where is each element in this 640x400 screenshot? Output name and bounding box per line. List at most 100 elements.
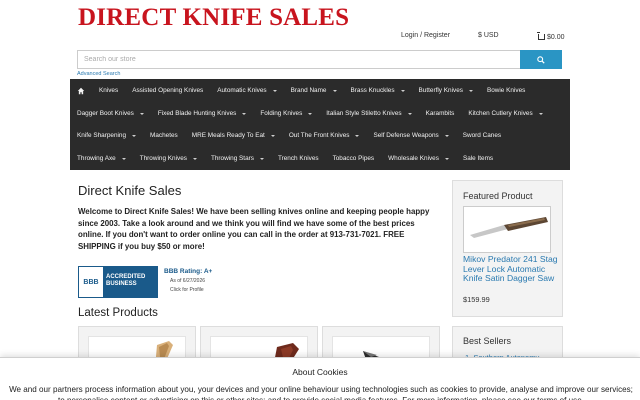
featured-product-image[interactable]	[463, 206, 551, 253]
menu-item-label: Sale Items	[462, 155, 494, 162]
latest-products-heading: Latest Products	[78, 307, 158, 319]
chevron-down-icon	[192, 157, 197, 160]
menu-row: Knife Sharpening Machetes MRE Meals Read…	[70, 124, 508, 147]
login-register-link[interactable]: Login / Register	[401, 32, 450, 42]
chevron-down-icon	[259, 157, 264, 160]
menu-item-label: Dagger Boot Knives	[77, 110, 134, 117]
menu-item-brass-knuckles[interactable]: Brass Knuckles	[344, 79, 412, 102]
menu-item-self-defense-weapons[interactable]: Self Defense Weapons	[366, 124, 455, 147]
chevron-down-icon	[270, 134, 275, 137]
featured-product-name[interactable]: Mikov Predator 241 Stag Lever Lock Autom…	[463, 254, 558, 284]
bbb-rating: BBB Rating: A+	[164, 268, 213, 275]
menu-item-label: Kitchen Cutlery Knives	[468, 110, 533, 117]
menu-item-label: Trench Knives	[277, 155, 319, 162]
chevron-down-icon	[132, 134, 137, 137]
menu-item-label: Out The Front Knives	[288, 132, 350, 139]
bbb-as-of: As of 6/27/2026	[170, 278, 206, 284]
menu-item-sale-items[interactable]: Sale Items	[456, 147, 500, 170]
page-title: Direct Knife Sales	[78, 183, 182, 198]
bbb-line-1: ACCREDITED	[106, 274, 146, 280]
menu-item-throwing-knives[interactable]: Throwing Knives	[133, 147, 204, 170]
menu-item-label: Bowie Knives	[486, 87, 526, 94]
knife-image	[470, 217, 548, 238]
menu-item-label: Fixed Blade Hunting Knives	[157, 110, 237, 117]
bbb-seal: BBB ACCREDITED BUSINESS	[78, 266, 158, 298]
chevron-down-icon	[538, 112, 543, 115]
currency-selector[interactable]: $ USD	[478, 32, 499, 42]
menu-row: Throwing Axe Throwing Knives Throwing St…	[70, 147, 500, 170]
menu-item-out-the-front-knives[interactable]: Out The Front Knives	[282, 124, 367, 147]
chevron-down-icon	[400, 89, 405, 92]
menu-item-home[interactable]	[70, 79, 92, 102]
featured-product-box: Featured Product Mikov Predator 241 Stag…	[452, 180, 563, 317]
menu-item-label: Automatic Knives	[217, 87, 267, 94]
menu-item-butterfly-knives[interactable]: Butterfly Knives	[412, 79, 480, 102]
chevron-down-icon	[308, 112, 313, 115]
menu-item-label: Throwing Stars	[210, 155, 254, 162]
menu-item-automatic-knives[interactable]: Automatic Knives	[210, 79, 283, 102]
menu-row: Dagger Boot Knives Fixed Blade Hunting K…	[70, 102, 550, 125]
best-sellers-heading: Best Sellers	[463, 336, 512, 346]
bbb-accredited-band: ACCREDITED BUSINESS	[103, 267, 158, 297]
menu-item-dagger-boot-knives[interactable]: Dagger Boot Knives	[70, 102, 151, 125]
cookie-banner: About Cookies We and our partners proces…	[0, 357, 640, 400]
cookie-banner-text: We and our partners process information …	[9, 385, 633, 400]
menu-item-fixed-blade-hunting-knives[interactable]: Fixed Blade Hunting Knives	[151, 102, 254, 125]
menu-item-italian-style-stiletto-knives[interactable]: Italian Style Stiletto Knives	[319, 102, 418, 125]
chevron-down-icon	[139, 112, 144, 115]
menu-item-bowie-knives[interactable]: Bowie Knives	[480, 79, 532, 102]
menu-item-label: MRE Meals Ready To Eat	[191, 132, 265, 139]
search-icon	[537, 55, 545, 64]
menu-item-label: Self Defense Weapons	[373, 132, 439, 139]
menu-item-label: Wholesale Knives	[388, 155, 439, 162]
menu-item-kitchen-cutlery-knives[interactable]: Kitchen Cutlery Knives	[461, 102, 549, 125]
menu-item-knives[interactable]: Knives	[92, 79, 125, 102]
menu-item-brand-name[interactable]: Brand Name	[284, 79, 344, 102]
menu-item-assisted-opening-knives[interactable]: Assisted Opening Knives	[125, 79, 210, 102]
menu-item-label: Sword Canes	[462, 132, 502, 139]
advanced-search-link[interactable]: Advanced Search	[77, 71, 120, 77]
bbb-badge[interactable]: BBB ACCREDITED BUSINESS BBB Rating: A+ A…	[78, 266, 218, 298]
menu-item-throwing-stars[interactable]: Throwing Stars	[204, 147, 271, 170]
chevron-down-icon	[468, 89, 473, 92]
cart-icon	[537, 32, 545, 40]
site-logo[interactable]: DIRECT KNIFE SALES	[78, 4, 368, 34]
menu-item-label: Karambits	[425, 110, 455, 117]
menu-item-wholesale-knives[interactable]: Wholesale Knives	[381, 147, 456, 170]
featured-product-price: $159.99	[463, 295, 490, 304]
menu-item-label: Throwing Knives	[139, 155, 187, 162]
menu-item-label: Butterfly Knives	[418, 87, 463, 94]
menu-item-sword-canes[interactable]: Sword Canes	[456, 124, 508, 147]
chevron-down-icon	[121, 157, 126, 160]
menu-row: Knives Assisted Opening Knives Automatic…	[70, 79, 532, 102]
menu-item-label: Brass Knuckles	[350, 87, 395, 94]
menu-item-trench-knives[interactable]: Trench Knives	[271, 147, 326, 170]
menu-item-mre-meals[interactable]: MRE Meals Ready To Eat	[185, 124, 282, 147]
menu-item-machetes[interactable]: Machetes	[143, 124, 185, 147]
cart-link[interactable]: $0.00	[537, 32, 565, 42]
menu-item-throwing-axe[interactable]: Throwing Axe	[70, 147, 133, 170]
chevron-down-icon	[444, 157, 449, 160]
menu-item-folding-knives[interactable]: Folding Knives	[253, 102, 319, 125]
bbb-line-2: BUSINESS	[106, 281, 137, 287]
search-bar	[77, 50, 562, 69]
chevron-down-icon	[332, 89, 337, 92]
search-input[interactable]	[77, 50, 520, 69]
chevron-down-icon	[444, 134, 449, 137]
menu-item-knife-sharpening[interactable]: Knife Sharpening	[70, 124, 143, 147]
menu-item-label: Italian Style Stiletto Knives	[326, 110, 402, 117]
bbb-logo: BBB	[79, 267, 103, 297]
menu-item-tobacco-pipes[interactable]: Tobacco Pipes	[326, 147, 382, 170]
menu-item-karambits[interactable]: Karambits	[419, 102, 462, 125]
search-button[interactable]	[520, 50, 562, 69]
menu-item-label: Knife Sharpening	[77, 132, 127, 139]
home-icon	[77, 87, 85, 94]
menu-item-label: Machetes	[150, 132, 178, 139]
bbb-click-for-profile: Click for Profile	[170, 287, 204, 293]
cookie-banner-title: About Cookies	[292, 367, 348, 377]
featured-product-heading: Featured Product	[463, 191, 533, 201]
menu-item-label: Assisted Opening Knives	[132, 87, 204, 94]
chevron-down-icon	[407, 112, 412, 115]
menu-item-label: Throwing Axe	[77, 155, 116, 162]
chevron-down-icon	[272, 89, 277, 92]
